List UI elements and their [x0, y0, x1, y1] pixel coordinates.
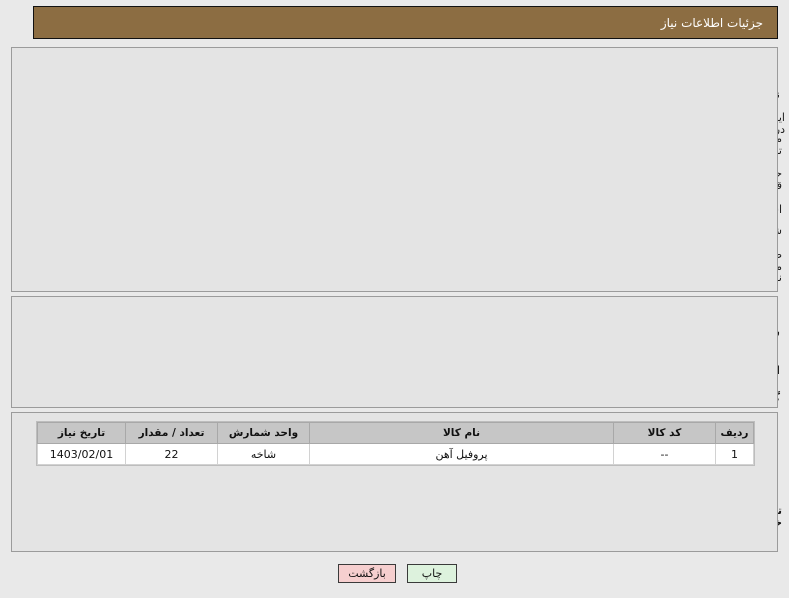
cell-row: 1 [715, 443, 754, 465]
col-unit: واحد شمارش [217, 422, 310, 444]
col-name: نام کالا [309, 422, 614, 444]
col-need-date: تاریخ نیاز [37, 422, 126, 444]
page-title: جزئیات اطلاعات نیاز [660, 15, 763, 30]
back-button[interactable]: بازگشت [338, 564, 396, 583]
col-row: ردیف [715, 422, 754, 444]
cell-qty: 22 [125, 443, 218, 465]
cell-code: -- [613, 443, 716, 465]
cell-need-date: 1403/02/01 [37, 443, 126, 465]
goods-table: ردیف کد کالا نام کالا واحد شمارش تعداد /… [37, 422, 754, 465]
page-title-bar: جزئیات اطلاعات نیاز [33, 6, 778, 39]
col-qty: تعداد / مقدار [125, 422, 218, 444]
table-header-row: ردیف کد کالا نام کالا واحد شمارش تعداد /… [37, 422, 754, 444]
page-root: AriaTender.net جزئیات اطلاعات نیاز شماره… [0, 0, 789, 598]
col-code: کد کالا [613, 422, 716, 444]
table-row[interactable]: 1 -- پروفیل آهن شاخه 22 1403/02/01 [37, 443, 754, 465]
need-details-panel [11, 47, 778, 292]
goods-table-wrapper: ردیف کد کالا نام کالا واحد شمارش تعداد /… [36, 421, 755, 466]
print-button[interactable]: چاپ [407, 564, 457, 583]
description-panel [11, 296, 778, 408]
cell-unit: شاخه [217, 443, 310, 465]
cell-name: پروفیل آهن [309, 443, 614, 465]
